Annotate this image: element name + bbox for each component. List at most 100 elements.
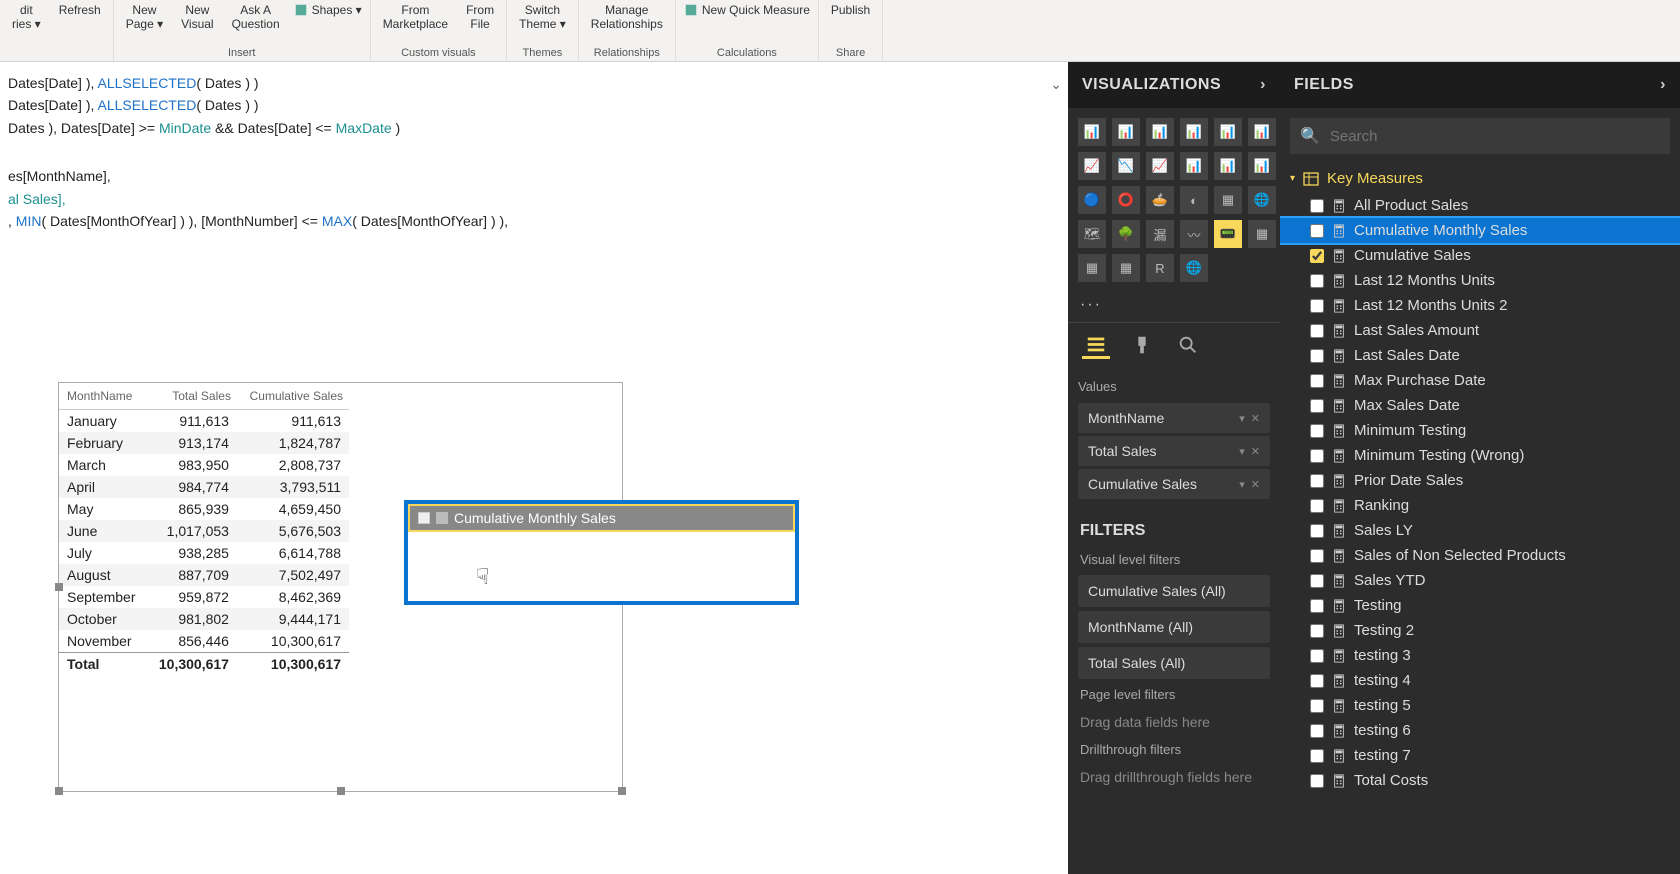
field-item[interactable]: Total Costs: [1280, 768, 1680, 793]
filter-item[interactable]: Total Sales (All): [1078, 647, 1270, 679]
formula-collapse-chevron-icon[interactable]: ⌄: [1050, 76, 1062, 93]
viz-type-icon[interactable]: ▦: [1214, 186, 1242, 214]
ribbon-button[interactable]: ManageRelationships: [587, 2, 667, 33]
column-header[interactable]: Total Sales: [147, 383, 237, 410]
viz-type-icon[interactable]: 🥧: [1146, 186, 1174, 214]
viz-type-icon[interactable]: ▦: [1112, 254, 1140, 282]
ribbon-button[interactable]: ditries ▾: [8, 2, 45, 33]
viz-type-icon[interactable]: 📈: [1146, 152, 1174, 180]
field-item[interactable]: Cumulative Sales: [1280, 243, 1680, 268]
field-checkbox[interactable]: [1310, 774, 1324, 788]
drillthrough-drop[interactable]: Drag drillthrough fields here: [1068, 761, 1280, 793]
viz-type-icon[interactable]: ▦: [1248, 220, 1276, 248]
viz-type-icon[interactable]: 📊: [1180, 118, 1208, 146]
field-item[interactable]: Max Sales Date: [1280, 393, 1680, 418]
field-checkbox[interactable]: [1310, 474, 1324, 488]
dropdown-icon[interactable]: ▾: [1239, 445, 1245, 458]
ribbon-button-small[interactable]: New Quick Measure: [684, 2, 810, 18]
field-item[interactable]: Ranking: [1280, 493, 1680, 518]
viz-type-icon[interactable]: 📊: [1078, 118, 1106, 146]
format-tab[interactable]: [1128, 331, 1156, 359]
field-item[interactable]: Testing: [1280, 593, 1680, 618]
table-row[interactable]: April984,7743,793,511: [59, 476, 349, 498]
field-item[interactable]: Testing 2: [1280, 618, 1680, 643]
field-item[interactable]: Cumulative Monthly Sales: [1280, 218, 1680, 243]
table-row[interactable]: June1,017,0535,676,503: [59, 520, 349, 542]
field-item[interactable]: Last 12 Months Units 2: [1280, 293, 1680, 318]
viz-more-icon[interactable]: ···: [1068, 292, 1280, 322]
remove-icon[interactable]: ✕: [1251, 445, 1260, 458]
field-item[interactable]: Minimum Testing (Wrong): [1280, 443, 1680, 468]
viz-type-icon[interactable]: 📊: [1180, 152, 1208, 180]
viz-panel-header[interactable]: VISUALIZATIONS ›: [1068, 62, 1280, 108]
field-checkbox[interactable]: [1310, 224, 1324, 238]
table-row[interactable]: May865,9394,659,450: [59, 498, 349, 520]
field-item[interactable]: Sales YTD: [1280, 568, 1680, 593]
ribbon-button[interactable]: Publish: [827, 2, 874, 18]
field-well[interactable]: Cumulative Sales▾✕: [1078, 469, 1270, 499]
field-checkbox[interactable]: [1310, 549, 1324, 563]
dropdown-icon[interactable]: ▾: [1239, 478, 1245, 491]
field-checkbox[interactable]: [1310, 699, 1324, 713]
ribbon-button[interactable]: NewVisual: [177, 2, 217, 33]
field-item[interactable]: All Product Sales: [1280, 193, 1680, 218]
viz-type-icon[interactable]: ▦: [1078, 254, 1106, 282]
viz-type-icon[interactable]: 📊: [1248, 118, 1276, 146]
search-input[interactable]: [1330, 128, 1660, 145]
viz-type-icon[interactable]: ⭕: [1112, 186, 1140, 214]
field-well[interactable]: Total Sales▾✕: [1078, 436, 1270, 466]
ribbon-button[interactable]: Ask AQuestion: [228, 2, 284, 33]
resize-handle[interactable]: [55, 583, 63, 591]
page-filter-drop[interactable]: Drag data fields here: [1068, 706, 1280, 738]
formula-bar[interactable]: Dates[Date] ), ALLSELECTED( Dates ) ) Da…: [0, 62, 1068, 238]
ribbon-button[interactable]: NewPage ▾: [122, 2, 167, 33]
table-row[interactable]: September959,8728,462,369: [59, 586, 349, 608]
dropdown-icon[interactable]: ▾: [1239, 412, 1245, 425]
field-checkbox[interactable]: [1310, 249, 1324, 263]
resize-handle[interactable]: [55, 787, 63, 795]
field-item[interactable]: testing 3: [1280, 643, 1680, 668]
field-item[interactable]: Last Sales Amount: [1280, 318, 1680, 343]
field-checkbox[interactable]: [1310, 199, 1324, 213]
field-checkbox[interactable]: [1310, 374, 1324, 388]
field-item[interactable]: Minimum Testing: [1280, 418, 1680, 443]
viz-type-icon[interactable]: 漏: [1146, 220, 1174, 248]
viz-type-icon[interactable]: 📊: [1214, 152, 1242, 180]
table-row[interactable]: January911,613911,613: [59, 410, 349, 433]
viz-type-icon[interactable]: 📉: [1112, 152, 1140, 180]
viz-type-icon[interactable]: ◐: [1180, 186, 1208, 214]
viz-type-icon[interactable]: 📟: [1214, 220, 1242, 248]
resize-handle[interactable]: [337, 787, 345, 795]
chevron-right-icon[interactable]: ›: [1660, 76, 1666, 94]
filter-item[interactable]: Cumulative Sales (All): [1078, 575, 1270, 607]
field-item[interactable]: Prior Date Sales: [1280, 468, 1680, 493]
field-checkbox[interactable]: [1310, 499, 1324, 513]
report-canvas[interactable]: ⌄ Dates[Date] ), ALLSELECTED( Dates ) ) …: [0, 62, 1068, 874]
field-item[interactable]: Last Sales Date: [1280, 343, 1680, 368]
fields-tab[interactable]: [1082, 331, 1110, 359]
field-checkbox[interactable]: [1310, 574, 1324, 588]
ribbon-button[interactable]: FromMarketplace: [379, 2, 452, 33]
field-item[interactable]: testing 7: [1280, 743, 1680, 768]
field-checkbox[interactable]: [1310, 724, 1324, 738]
fields-panel-header[interactable]: FIELDS ›: [1280, 62, 1680, 108]
fields-search[interactable]: 🔍: [1290, 118, 1670, 154]
card-visual[interactable]: Cumulative Monthly Sales: [404, 500, 799, 605]
table-row[interactable]: March983,9502,808,737: [59, 454, 349, 476]
field-checkbox[interactable]: [1310, 624, 1324, 638]
viz-type-icon[interactable]: 📊: [1146, 118, 1174, 146]
remove-icon[interactable]: ✕: [1251, 412, 1260, 425]
filter-item[interactable]: MonthName (All): [1078, 611, 1270, 643]
ribbon-button[interactable]: FromFile: [462, 2, 498, 33]
field-checkbox[interactable]: [1310, 449, 1324, 463]
field-item[interactable]: testing 6: [1280, 718, 1680, 743]
viz-type-icon[interactable]: 📊: [1214, 118, 1242, 146]
field-checkbox[interactable]: [1310, 324, 1324, 338]
field-item[interactable]: Sales of Non Selected Products: [1280, 543, 1680, 568]
field-checkbox[interactable]: [1310, 524, 1324, 538]
field-item[interactable]: Max Purchase Date: [1280, 368, 1680, 393]
viz-type-icon[interactable]: 📊: [1112, 118, 1140, 146]
resize-handle[interactable]: [618, 787, 626, 795]
field-checkbox[interactable]: [1310, 649, 1324, 663]
viz-type-icon[interactable]: 📊: [1248, 152, 1276, 180]
